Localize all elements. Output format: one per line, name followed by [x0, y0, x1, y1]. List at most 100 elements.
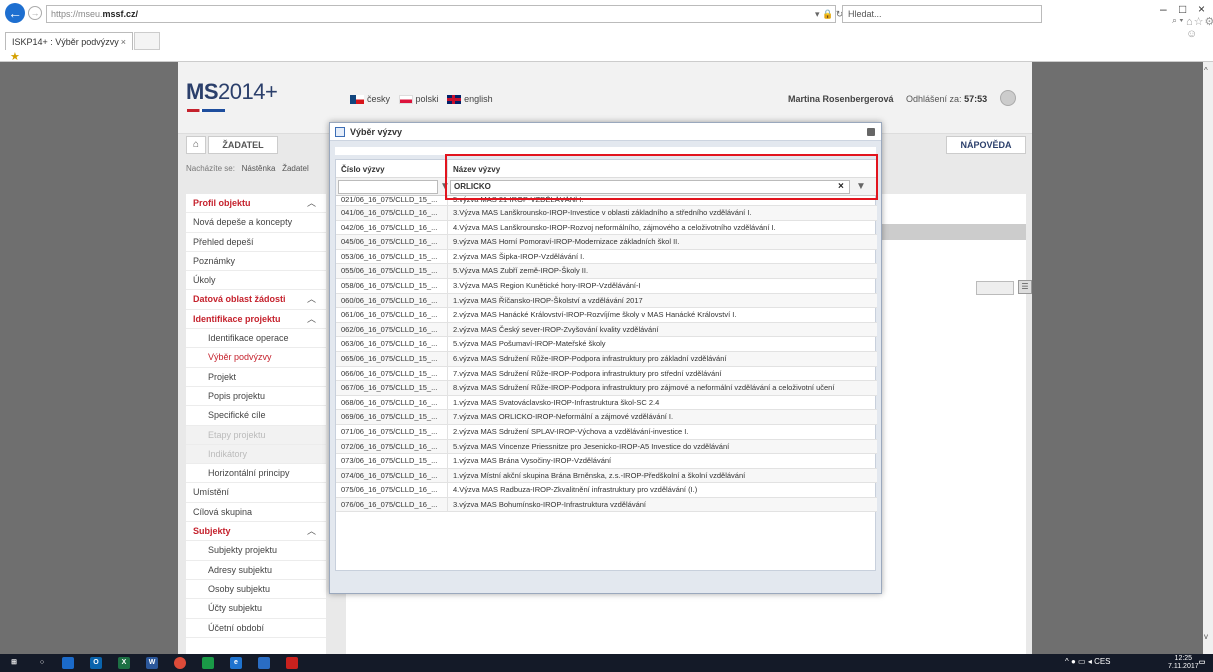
home-icon[interactable]: ⌂	[186, 136, 206, 154]
table-row[interactable]: 042/06_16_075/CLLD_16_... 4.Výzva MAS Lan…	[336, 220, 877, 236]
lang-cz[interactable]: česky	[350, 94, 390, 105]
search-dropdown-icon[interactable]: ⌕ ▾	[1172, 15, 1183, 26]
scroll-down-icon[interactable]: v	[1204, 632, 1208, 641]
app-icon[interactable]	[62, 657, 74, 669]
scroll-up-icon[interactable]: ^	[1204, 66, 1208, 75]
list-icon[interactable]: ☰	[1018, 280, 1032, 294]
table-row[interactable]: 066/06_16_075/CLLD_15_... 7.výzva MAS Sdr…	[336, 366, 877, 382]
sidebar-item-label: Horizontální principy	[208, 468, 290, 479]
column-header-cislo[interactable]: Číslo výzvy	[336, 160, 447, 178]
table-row[interactable]: 060/06_16_075/CLLD_16_... 1.výzva MAS Říč…	[336, 293, 877, 309]
cislo-cell: 062/06_16_075/CLLD_16_...	[341, 324, 438, 334]
sidebar-item[interactable]: Účty subjektu	[186, 599, 326, 619]
table-row[interactable]: 055/06_16_075/CLLD_15_... 5.Výzva MAS Zub…	[336, 264, 877, 279]
excel-icon[interactable]: X	[118, 657, 130, 669]
new-tab-button[interactable]	[134, 32, 160, 50]
browser-toolbar-icons[interactable]: ⌂☆⚙☺	[1186, 15, 1213, 40]
lock-icon[interactable]: ▾ 🔒 ↻	[815, 5, 843, 23]
sidebar-item[interactable]: Datová oblast žádosti ︿	[186, 290, 326, 310]
forward-icon[interactable]: →	[28, 6, 42, 20]
page-scrollbar[interactable]	[1203, 62, 1213, 654]
windows-start-icon[interactable]: ⊞	[8, 657, 20, 669]
chevron-up-icon[interactable]: ︿	[307, 290, 316, 309]
table-row[interactable]: 075/06_16_075/CLLD_16_... 4.Výzva MAS Rad…	[336, 483, 877, 498]
word-icon[interactable]: W	[146, 657, 158, 669]
ms2014-logo[interactable]: MS2014+	[186, 79, 278, 105]
table-row[interactable]: 045/06_16_075/CLLD_16_... 9.výzva MAS Hor…	[336, 235, 877, 250]
nazev-cell: 3.výzva MAS Bohumínsko-IROP-Infrastruktu…	[447, 497, 877, 512]
table-row[interactable]: 061/06_16_075/CLLD_16_... 2.výzva MAS Han…	[336, 308, 877, 323]
table-row[interactable]: 073/06_16_075/CLLD_15_... 1.výzva MAS Brá…	[336, 454, 877, 469]
browser-tab[interactable]: ISKP14+ : Výběr podvýzvy ×	[5, 32, 133, 50]
sidebar-item[interactable]: Specifické cíle	[186, 406, 326, 426]
chevron-up-icon[interactable]: ︿	[307, 522, 316, 541]
chevron-up-icon[interactable]: ︿	[307, 310, 316, 329]
sidebar-item[interactable]: Horizontální principy	[186, 464, 326, 484]
sidebar-item[interactable]: Etapy projektu	[186, 425, 326, 445]
sidebar-item[interactable]: Subjekty ︿	[186, 522, 326, 542]
sidebar-item[interactable]: Poznámky	[186, 252, 326, 272]
clock[interactable]: 12:25 7.11.2017	[1168, 655, 1199, 671]
table-row[interactable]: 074/06_16_075/CLLD_16_... 1.výzva Místní …	[336, 468, 877, 484]
favorites-icon[interactable]: ★	[10, 50, 20, 63]
lang-pl[interactable]: polski	[398, 94, 439, 105]
table-row[interactable]: 068/06_16_075/CLLD_16_... 1.výzva MAS Sva…	[336, 395, 877, 411]
search-icon[interactable]: ○	[36, 657, 48, 669]
sidebar-item[interactable]: Úkoly	[186, 271, 326, 291]
sidebar-item[interactable]: Přehled depeší	[186, 233, 326, 252]
table-row[interactable]: 069/06_16_075/CLLD_15_... 7.výzva MAS ORL…	[336, 410, 877, 425]
sidebar-item[interactable]: Subjekty projektu	[186, 541, 326, 561]
content-field[interactable]	[976, 281, 1014, 295]
table-row[interactable]: 072/06_16_075/CLLD_16_... 5.výzva MAS Vin…	[336, 439, 877, 455]
sidebar-item-label: Účetní období	[208, 622, 265, 633]
breadcrumb-zadatel[interactable]: Žadatel	[282, 164, 309, 173]
sidebar-item[interactable]: Nová depeše a koncepty	[186, 213, 326, 233]
table-row[interactable]: 071/06_16_075/CLLD_15_... 2.výzva MAS Sdr…	[336, 424, 877, 440]
minimize-icon[interactable]: –	[1160, 2, 1167, 16]
sidebar-item[interactable]: Umístění	[186, 483, 326, 503]
pdf-icon[interactable]	[286, 657, 298, 669]
cislo-filter-input[interactable]	[338, 180, 438, 194]
ie-icon[interactable]: e	[230, 657, 242, 669]
sidebar-item[interactable]: Výběr podvýzvy	[186, 348, 326, 368]
app-icon[interactable]	[258, 657, 270, 669]
address-bar[interactable]: https://mseu.mssf.cz/	[46, 5, 836, 23]
chevron-up-icon[interactable]: ︿	[307, 194, 316, 213]
nazev-cell: 3.Výzva MAS Lanškrounsko-IROP-Investice …	[447, 206, 877, 220]
outlook-icon[interactable]: O	[90, 657, 102, 669]
sidebar-item[interactable]: Indikátory	[186, 444, 326, 465]
table-row[interactable]: 063/06_16_075/CLLD_16_... 5.výzva MAS Poš…	[336, 337, 877, 352]
table-row[interactable]: 067/06_16_075/CLLD_15_... 8.výzva MAS Sdr…	[336, 381, 877, 396]
sidebar-item[interactable]: Profil objektu ︿	[186, 194, 326, 214]
sidebar-item[interactable]: Identifikace operace	[186, 329, 326, 349]
zadatel-button[interactable]: ŽADATEL	[208, 136, 278, 154]
close-icon[interactable]: ×	[1198, 2, 1205, 16]
sidebar-item[interactable]: Účetní období	[186, 619, 326, 638]
user-name[interactable]: Martina Rosenbergerová	[788, 94, 894, 104]
app-icon[interactable]	[202, 657, 214, 669]
lang-en[interactable]: english	[447, 94, 493, 105]
notifications-icon[interactable]: ▭	[1196, 657, 1208, 669]
sidebar-item[interactable]: Identifikace projektu ︿	[186, 310, 326, 330]
sidebar-item[interactable]: Projekt	[186, 368, 326, 387]
sidebar-item[interactable]: Osoby subjektu	[186, 580, 326, 600]
sidebar-item[interactable]: Cílová skupina	[186, 503, 326, 523]
back-icon[interactable]: ←	[5, 3, 25, 23]
table-row[interactable]: 065/06_16_075/CLLD_15_... 6.výzva MAS Sdr…	[336, 351, 877, 367]
chrome-icon[interactable]	[174, 657, 186, 669]
browser-search-input[interactable]: Hledat...	[842, 5, 1042, 23]
table-row[interactable]: 076/06_16_075/CLLD_16_... 3.výzva MAS Boh…	[336, 497, 877, 513]
breadcrumb-nastenka[interactable]: Nástěnka	[242, 164, 276, 173]
sidebar-item[interactable]: Popis projektu	[186, 387, 326, 407]
table-row[interactable]: 058/06_16_075/CLLD_15_... 3.Výzva MAS Reg…	[336, 278, 877, 294]
sidebar-item[interactable]: Adresy subjektu	[186, 561, 326, 580]
help-button[interactable]: NÁPOVĚDA	[946, 136, 1026, 154]
table-row[interactable]: 041/06_16_075/CLLD_16_... 3.Výzva MAS Lan…	[336, 206, 877, 221]
dialog-close-icon[interactable]	[867, 128, 875, 136]
table-row[interactable]: 053/06_16_075/CLLD_15_... 2.výzva MAS Šip…	[336, 249, 877, 265]
tab-close-icon[interactable]: ×	[121, 33, 126, 51]
table-row[interactable]: 062/06_16_075/CLLD_16_... 2.výzva MAS Čes…	[336, 322, 877, 338]
system-tray[interactable]: ^ ● ▭ ◂ CES	[1065, 657, 1111, 666]
logout-icon[interactable]	[1000, 90, 1016, 106]
maximize-icon[interactable]: □	[1179, 2, 1186, 16]
